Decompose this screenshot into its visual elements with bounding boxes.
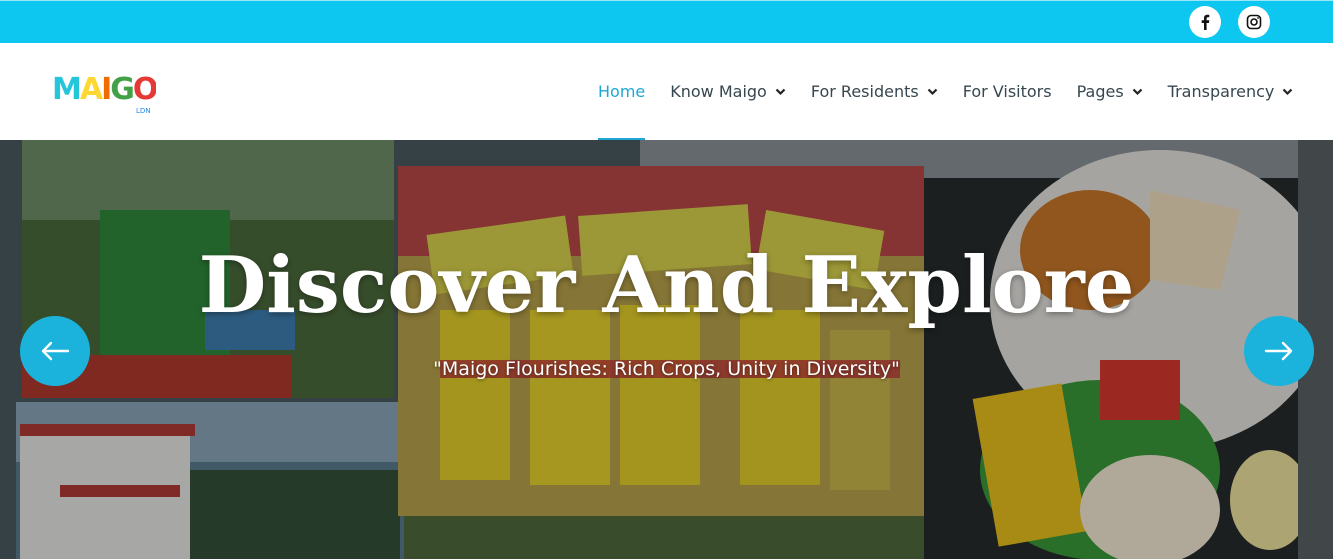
nav-pages-label: Pages xyxy=(1076,82,1124,101)
nav-for-residents[interactable]: For Residents xyxy=(811,43,938,140)
hero-subtitle: "Maigo Flourishes: Rich Crops, Unity in … xyxy=(433,358,900,380)
slider-next-button[interactable] xyxy=(1244,316,1314,386)
main-header: MAIGO LDN Home Know Maigo For Residents … xyxy=(0,43,1333,140)
arrow-left-icon xyxy=(41,341,70,361)
hero-slider: Discover And Explore "Maigo Flourishes: … xyxy=(0,140,1333,559)
hero-overlay xyxy=(0,140,1333,559)
facebook-link[interactable] xyxy=(1189,6,1221,38)
instagram-link[interactable] xyxy=(1238,6,1270,38)
facebook-icon xyxy=(1201,14,1210,30)
chevron-down-icon xyxy=(1283,88,1293,95)
arrow-right-icon xyxy=(1264,341,1293,361)
nav-home-label: Home xyxy=(598,82,646,101)
nav-for-visitors-label: For Visitors xyxy=(962,82,1052,101)
nav-pages[interactable]: Pages xyxy=(1077,43,1143,140)
instagram-icon xyxy=(1246,14,1262,30)
chevron-down-icon xyxy=(775,88,786,95)
nav-transparency-label: Transparency xyxy=(1167,82,1275,101)
nav-for-visitors[interactable]: For Visitors xyxy=(963,43,1052,140)
chevron-down-icon xyxy=(927,88,937,95)
slider-prev-button[interactable] xyxy=(20,316,90,386)
chevron-down-icon xyxy=(1132,88,1142,95)
main-nav: Home Know Maigo For Residents For Visito… xyxy=(598,43,1318,140)
nav-transparency[interactable]: Transparency xyxy=(1168,43,1294,140)
svg-text:MAIGO: MAIGO xyxy=(52,72,156,107)
hero-title: Discover And Explore xyxy=(198,240,1135,331)
nav-know-maigo[interactable]: Know Maigo xyxy=(670,43,786,140)
site-logo[interactable]: MAIGO LDN xyxy=(52,69,159,117)
nav-know-maigo-label: Know Maigo xyxy=(670,82,767,101)
nav-for-residents-label: For Residents xyxy=(810,82,919,101)
svg-text:LDN: LDN xyxy=(136,107,151,115)
nav-home[interactable]: Home xyxy=(598,43,646,140)
top-bar xyxy=(0,0,1333,43)
